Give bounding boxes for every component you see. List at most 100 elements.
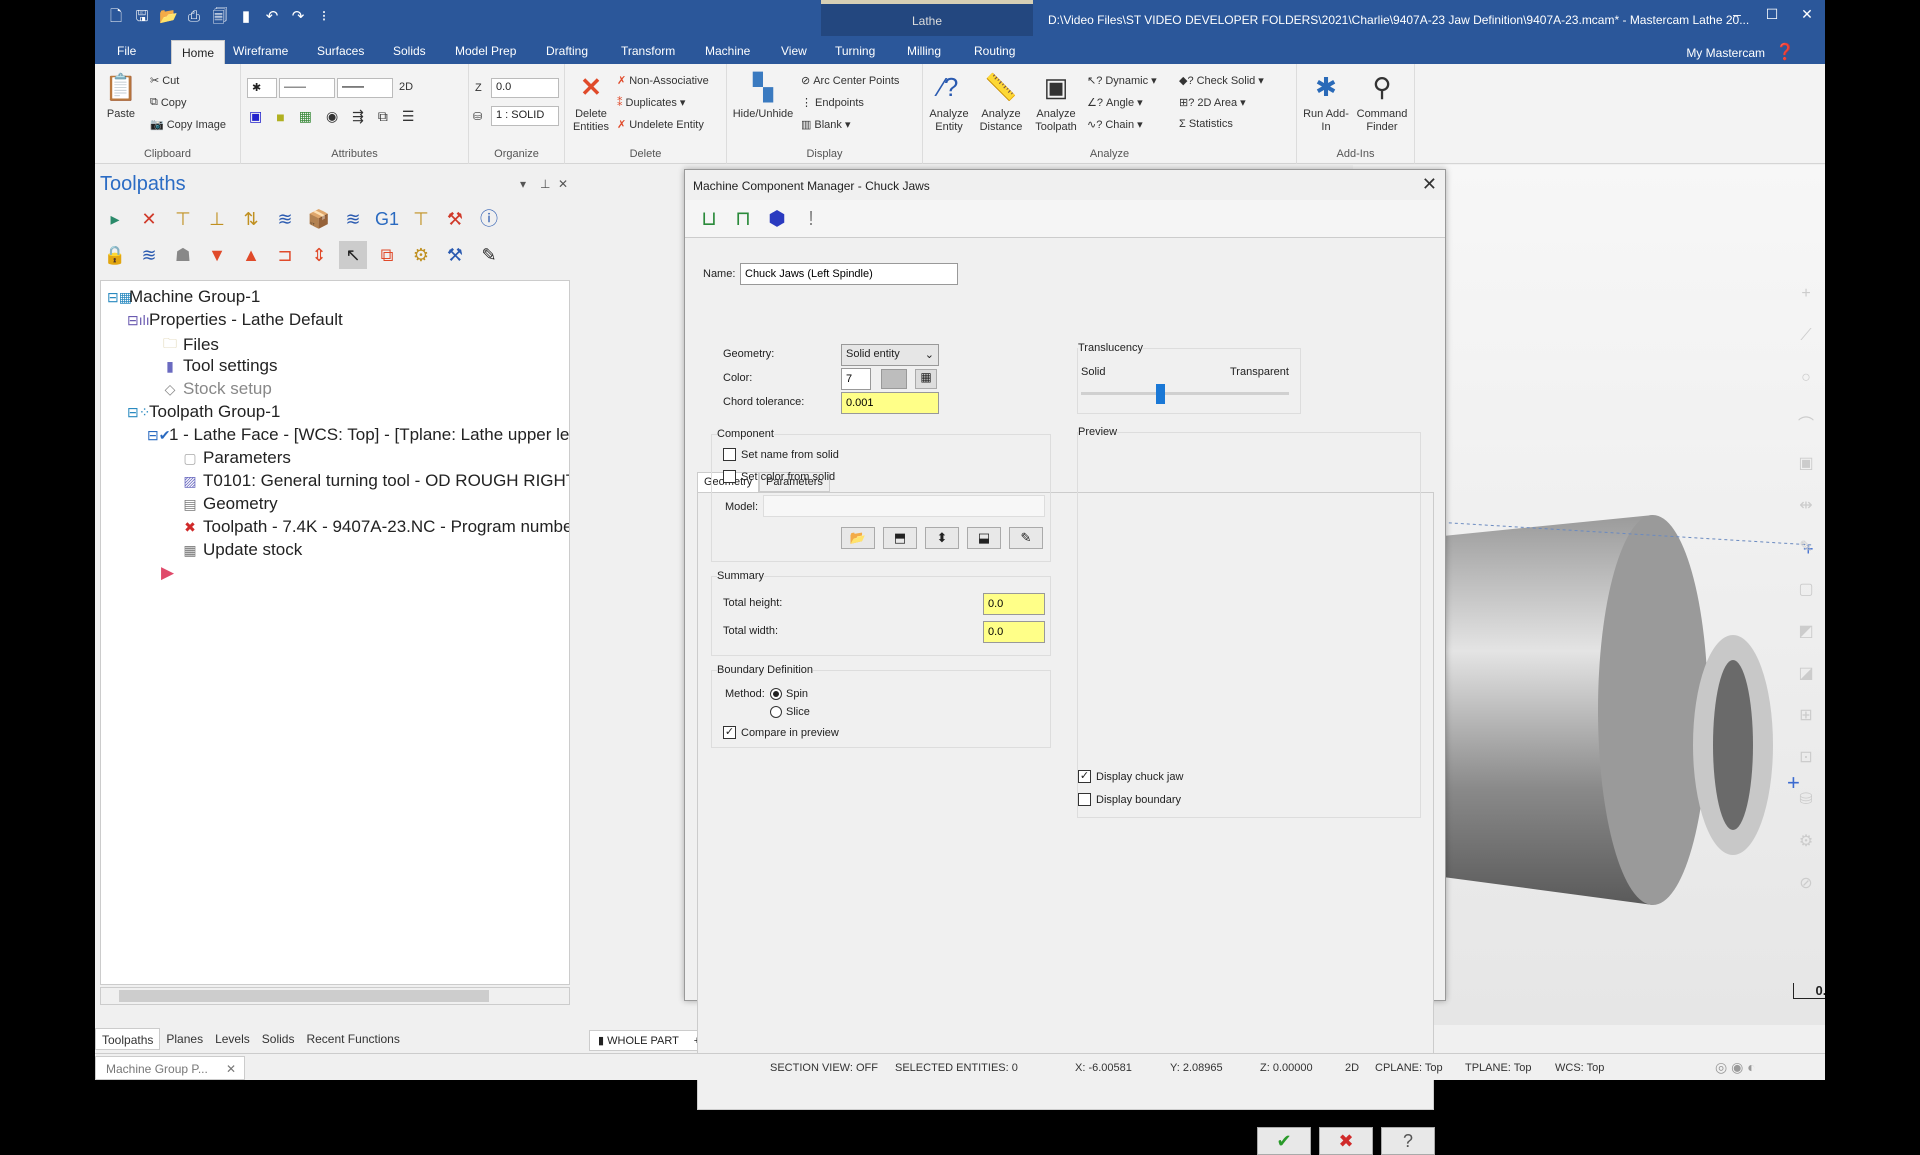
post-g1-icon[interactable]: G1 bbox=[373, 205, 401, 233]
color-swatch[interactable] bbox=[881, 369, 907, 389]
open-model-button[interactable]: 📂 bbox=[841, 527, 875, 549]
command-finder-button[interactable]: ⚲ Command Finder bbox=[1353, 70, 1411, 134]
select-all-ops-icon[interactable]: ▸ bbox=[101, 205, 129, 233]
arc-center-points-button[interactable]: ⊘ Arc Center Points bbox=[801, 74, 899, 88]
edit-model-button[interactable]: ✎ bbox=[1009, 527, 1043, 549]
manager-tab-planes[interactable]: Planes bbox=[160, 1028, 209, 1050]
backplot-icon[interactable]: ≋ bbox=[271, 205, 299, 233]
line-style-select[interactable]: —— bbox=[279, 78, 335, 98]
save-icon[interactable]: 🖫 bbox=[133, 8, 151, 26]
scroll-to-insert-icon[interactable]: ⇕ bbox=[305, 241, 333, 269]
chuck-icon[interactable]: ⊓ bbox=[731, 207, 755, 231]
tree-node[interactable]: ⊟▦ Machine Group-1 bbox=[107, 287, 260, 307]
maximize-button[interactable]: ☐ bbox=[1754, 6, 1790, 23]
move-up-icon[interactable]: ▲ bbox=[237, 241, 265, 269]
view-tool-icon[interactable]: ◪ bbox=[1795, 663, 1817, 685]
hide-unhide-button[interactable]: ▚ Hide/Unhide bbox=[731, 70, 795, 121]
tree-node[interactable]: 🗀 Files bbox=[161, 333, 219, 357]
dialog-close-button[interactable]: ✕ bbox=[1422, 174, 1437, 195]
panel-menu-icon[interactable]: ▾ bbox=[520, 177, 526, 191]
save-as-icon[interactable]: 🗐 bbox=[211, 8, 229, 26]
lock-icon[interactable]: 🔒 bbox=[101, 241, 129, 269]
solid-color-icon[interactable]: ■ bbox=[276, 109, 284, 125]
tab-view[interactable]: View bbox=[781, 44, 807, 58]
slice-radio[interactable]: Slice bbox=[770, 706, 810, 718]
new-file-icon[interactable]: 🗋 bbox=[107, 8, 125, 26]
ok-button[interactable]: ✔ bbox=[1257, 1127, 1311, 1155]
tab-turning[interactable]: Turning bbox=[835, 44, 875, 58]
cut-button[interactable]: ✂ Cut bbox=[150, 74, 179, 88]
blank-button[interactable]: ▥ Blank ▾ bbox=[801, 118, 850, 132]
z-depth-input[interactable]: 0.0 bbox=[491, 78, 559, 98]
redo-icon[interactable]: ↷ bbox=[289, 8, 307, 26]
high-feed-icon[interactable]: ⊤ bbox=[407, 205, 435, 233]
translucency-slider-thumb[interactable] bbox=[1156, 384, 1166, 404]
manager-tab-toolpaths[interactable]: Toolpaths bbox=[95, 1028, 161, 1050]
total-height-input[interactable] bbox=[983, 593, 1045, 615]
undo-icon[interactable]: ↶ bbox=[263, 8, 281, 26]
component-blue-icon[interactable]: ⬢ bbox=[765, 207, 789, 231]
options-icon[interactable]: ⚙ bbox=[407, 241, 435, 269]
display-selected-icon[interactable]: ↖ bbox=[339, 241, 367, 269]
set-all-icon[interactable]: ⇶ bbox=[352, 108, 364, 125]
analyze-distance-button[interactable]: 📏 Analyze Distance bbox=[975, 70, 1027, 134]
level-select[interactable]: 1 : SOLID bbox=[491, 106, 559, 126]
cplane-status[interactable]: CPLANE: Top bbox=[1375, 1062, 1443, 1074]
regenerate-dirty-icon[interactable]: ⊥ bbox=[203, 205, 231, 233]
my-mastercam-link[interactable]: My Mastercam bbox=[1686, 46, 1765, 60]
view-tool-icon[interactable]: ⊡ bbox=[1795, 747, 1817, 769]
2d-area-button[interactable]: ⊞? 2D Area ▾ bbox=[1179, 96, 1246, 110]
check-solid-button[interactable]: ◆? Check Solid ▾ bbox=[1179, 74, 1264, 88]
view-tool-icon[interactable]: ⌒ bbox=[1795, 411, 1817, 434]
material-icon[interactable]: ◉ bbox=[326, 108, 338, 125]
color-number-input[interactable] bbox=[841, 368, 871, 390]
delete-ops-icon[interactable]: ⚒ bbox=[441, 205, 469, 233]
tab-home[interactable]: Home bbox=[171, 40, 226, 66]
tree-node[interactable]: ▢ Parameters bbox=[181, 448, 291, 468]
tab-wireframe[interactable]: Wireframe bbox=[233, 44, 288, 58]
undelete-entity-button[interactable]: ✗ Undelete Entity bbox=[617, 118, 704, 132]
color-palette-button[interactable]: ▦ bbox=[915, 369, 937, 389]
toggle-icon[interactable]: ⇅ bbox=[237, 205, 265, 233]
set-name-from-solid-checkbox[interactable]: Set name from solid bbox=[723, 448, 839, 461]
wcs-status[interactable]: WCS: Top bbox=[1555, 1062, 1604, 1074]
insert-arrow-icon[interactable]: ⊐ bbox=[271, 241, 299, 269]
reset-icon[interactable]: ☰ bbox=[402, 108, 415, 125]
run-addin-button[interactable]: ✱ Run Add-In bbox=[1303, 70, 1349, 134]
view-tool-icon[interactable]: ⚙ bbox=[1795, 831, 1817, 853]
help-icon[interactable]: ❓ bbox=[1775, 42, 1795, 62]
manager-tab-recent-functions[interactable]: Recent Functions bbox=[300, 1028, 405, 1050]
print-icon[interactable]: ⎙ bbox=[185, 8, 203, 26]
copy-image-button[interactable]: 📷 Copy Image bbox=[150, 118, 226, 132]
customize-icon[interactable]: ⁝ bbox=[315, 8, 333, 26]
tab-transform[interactable]: Transform bbox=[621, 44, 675, 58]
non-associative-button[interactable]: ✗ Non-Associative bbox=[617, 74, 709, 88]
manager-tab-levels[interactable]: Levels bbox=[209, 1028, 256, 1050]
tree-node[interactable]: ▦ Update stock bbox=[181, 540, 302, 560]
simulate-icon[interactable]: ≋ bbox=[339, 205, 367, 233]
analyze-toolpath-button[interactable]: ▣ Analyze Toolpath bbox=[1031, 70, 1081, 134]
ghost-icon[interactable]: ☗ bbox=[169, 241, 197, 269]
surface-color-icon[interactable]: ▦ bbox=[299, 108, 312, 125]
select-model-button[interactable]: ⬍ bbox=[925, 527, 959, 549]
verify-icon[interactable]: 📦 bbox=[305, 205, 333, 233]
view-tool-icon[interactable]: ⛁ bbox=[1795, 789, 1817, 811]
view-tool-icon[interactable]: ⊘ bbox=[1795, 873, 1817, 895]
chuck-jaw-icon[interactable]: ⊔ bbox=[697, 207, 721, 231]
angle-button[interactable]: ∠? Angle ▾ bbox=[1087, 96, 1143, 110]
document-tab[interactable]: Machine Group P... ✕ bbox=[95, 1056, 245, 1080]
analyze-entity-button[interactable]: ⁄? Analyze Entity bbox=[927, 70, 971, 134]
tree-node[interactable]: ◇ Stock setup bbox=[161, 379, 272, 399]
chord-tolerance-input[interactable] bbox=[841, 392, 939, 414]
manager-tab-solids[interactable]: Solids bbox=[256, 1028, 301, 1050]
tree-node[interactable]: ▤ Geometry bbox=[181, 494, 277, 514]
view-tool-icon[interactable]: ⇹ bbox=[1795, 495, 1817, 517]
tab-file[interactable]: File bbox=[117, 44, 136, 58]
duplicates-button[interactable]: ⁑ Duplicates ▾ bbox=[617, 96, 685, 110]
copy-button[interactable]: ⧉ Copy bbox=[150, 96, 187, 109]
deselect-ops-icon[interactable]: ✕ bbox=[135, 205, 163, 233]
edit-icon[interactable]: ✎ bbox=[475, 241, 503, 269]
cancel-button[interactable]: ✖ bbox=[1319, 1127, 1373, 1155]
wireframe-color-icon[interactable]: ▣ bbox=[249, 108, 262, 125]
tab-routing[interactable]: Routing bbox=[974, 44, 1015, 58]
